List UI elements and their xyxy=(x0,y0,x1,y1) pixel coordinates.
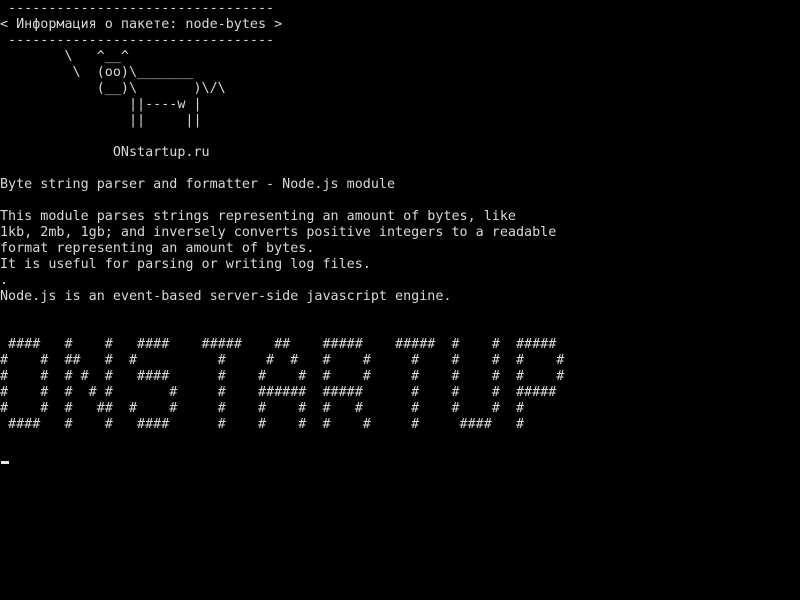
terminal-line: ONstartup.ru xyxy=(0,145,210,160)
terminal-line: Byte string parser and formatter - Node.… xyxy=(0,177,396,192)
terminal-line: \ (oo)\_______ xyxy=(0,65,194,80)
terminal-line: # # # # # #### # # # # # # # # # # xyxy=(0,369,565,384)
text-cursor xyxy=(1,461,9,464)
terminal-line: (__)\ )\/\ xyxy=(0,81,226,96)
terminal-line: . xyxy=(0,273,9,288)
terminal-line: # # # ## # # # # # # # # # # # xyxy=(0,401,525,416)
terminal-line: # # ## # # # # # # # # # # # # xyxy=(0,353,565,368)
terminal-line: < Информация о пакете: node-bytes > xyxy=(0,17,283,32)
terminal-line: This module parses strings representing … xyxy=(0,209,516,224)
terminal-line: #### # # #### ##### ## ##### ##### # # #… xyxy=(0,337,557,352)
terminal-line: ||----w | xyxy=(0,97,202,112)
terminal-line: \ ^__^ xyxy=(0,49,129,64)
terminal-output: --------------------------------- < Инфор… xyxy=(0,1,800,433)
terminal-line: Node.js is an event-based server-side ja… xyxy=(0,289,452,304)
terminal-line: format representing an amount of bytes. xyxy=(0,241,315,256)
terminal-line: #### # # #### # # # # # # #### # xyxy=(0,417,525,432)
terminal-line: # # # # # # # ###### ##### # # # ##### xyxy=(0,385,557,400)
terminal-line: || || xyxy=(0,113,202,128)
terminal-screen[interactable]: --------------------------------- < Инфор… xyxy=(0,0,800,600)
terminal-line: 1kb, 2mb, 1gb; and inversely converts po… xyxy=(0,225,557,240)
terminal-line: --------------------------------- xyxy=(0,33,275,48)
terminal-line: It is useful for parsing or writing log … xyxy=(0,257,371,272)
terminal-line: --------------------------------- xyxy=(0,1,275,16)
